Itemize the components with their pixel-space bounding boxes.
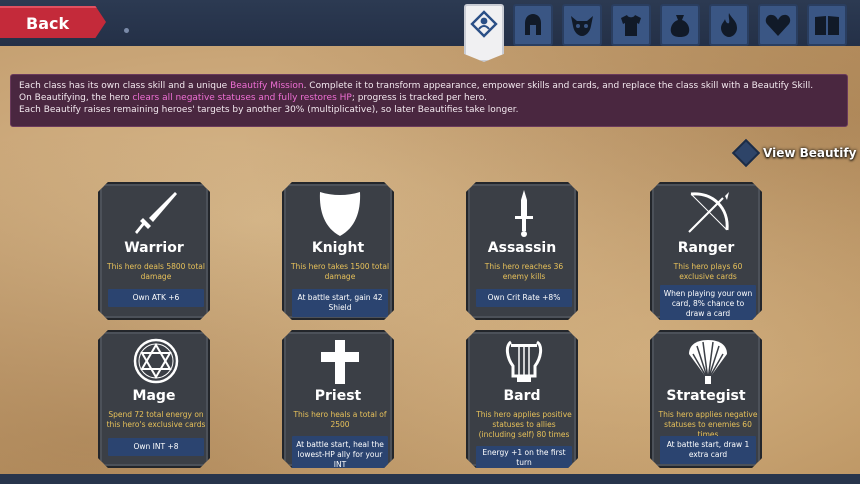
class-name: Knight [311, 240, 365, 256]
class-card-mage[interactable]: Mage Spend 72 total energy on this hero'… [98, 330, 210, 468]
class-name: Bard [503, 388, 541, 404]
tab-monsters[interactable] [562, 4, 602, 46]
tab-items[interactable] [660, 4, 700, 46]
armor-icon [621, 15, 641, 36]
beautify-bonus: Own Crit Rate +8% [476, 289, 572, 307]
beautify-mission: This hero applies positive statuses to a… [476, 410, 572, 439]
class-name: Priest [314, 388, 362, 404]
beautify-bonus: At battle start, draw 1 extra card [660, 436, 756, 464]
cross-icon [315, 336, 365, 386]
banner-text: On Beautifying, the hero [19, 93, 133, 103]
feather-fan-icon [683, 336, 733, 386]
beautify-bonus: At battle start, gain 42 Shield [292, 289, 388, 317]
beautify-mission: This hero reaches 36 enemy kills [484, 262, 564, 281]
banner-text: . Complete it to transform appearance, e… [303, 81, 814, 91]
book-icon [815, 16, 839, 35]
class-card-knight[interactable]: Knight This hero takes 1500 total damage… [282, 182, 394, 320]
flame-icon [721, 13, 737, 37]
banner-line-1: Each class has its own class skill and a… [19, 80, 839, 92]
banner-text: Each class has its own class skill and a… [19, 81, 231, 91]
beautify-mission: This hero takes 1500 total damage [290, 262, 390, 281]
shield-icon [315, 188, 365, 238]
class-card-strategist[interactable]: Strategist This hero applies negative st… [650, 330, 762, 468]
info-banner: Each class has its own class skill and a… [10, 74, 848, 127]
tab-equipment[interactable] [611, 4, 651, 46]
bottom-edge [0, 474, 860, 484]
beautify-bonus: Own INT +8 [108, 438, 204, 456]
decor-dot [124, 28, 129, 33]
class-name: Ranger [677, 240, 735, 256]
hexagram-icon [131, 336, 181, 386]
beautify-bonus: Own ATK +6 [108, 289, 204, 307]
diamond-icon [731, 138, 761, 168]
tab-skills[interactable] [709, 4, 749, 46]
class-name: Warrior [124, 240, 184, 256]
class-card-ranger[interactable]: Ranger This hero plays 60 exclusive card… [650, 182, 762, 320]
beautify-bonus: Energy +1 on the first turn [476, 446, 572, 470]
class-name: Mage [132, 388, 176, 404]
view-beautify-button[interactable]: View Beautify [731, 138, 857, 168]
loot-bag-icon [670, 15, 690, 37]
helmet-icon [525, 14, 541, 35]
lyre-icon [499, 336, 549, 386]
beautify-mission: This hero heals a total of 2500 [293, 410, 387, 429]
tab-favorites[interactable] [758, 4, 798, 46]
tab-heroes[interactable] [513, 4, 553, 46]
class-card-assassin[interactable]: Assassin This hero reaches 36 enemy kill… [466, 182, 578, 320]
tab-beautify[interactable] [464, 4, 504, 62]
beautify-emblem-icon [470, 10, 498, 38]
beautify-mission: This hero plays 60 exclusive cards [673, 262, 743, 281]
heart-icon [765, 14, 791, 36]
sword-icon [131, 188, 181, 238]
tab-bar [464, 4, 847, 62]
class-card-priest[interactable]: Priest This hero heals a total of 2500 A… [282, 330, 394, 468]
banner-text: ; progress is tracked per hero. [351, 93, 487, 103]
beautify-bonus: When playing your own card, 8% chance to… [660, 285, 756, 323]
back-button[interactable]: Back [0, 6, 106, 38]
banner-line-3: Each Beautify raises remaining heroes' t… [19, 105, 519, 115]
view-beautify-label: View Beautify [763, 146, 857, 160]
class-card-bard[interactable]: Bard This hero applies positive statuses… [466, 330, 578, 468]
dagger-icon [499, 188, 549, 238]
tab-codex[interactable] [807, 4, 847, 46]
banner-highlight: clears all negative statuses and fully r… [132, 93, 352, 103]
banner-line-2: On Beautifying, the hero clears all nega… [19, 92, 839, 104]
monster-face-icon [571, 16, 593, 36]
class-name: Strategist [666, 388, 746, 404]
banner-highlight: Beautify Mission [230, 81, 304, 91]
class-name: Assassin [487, 240, 557, 256]
beautify-mission: Spend 72 total energy on this hero's exc… [106, 410, 206, 429]
class-card-warrior[interactable]: Warrior This hero deals 5800 total damag… [98, 182, 210, 320]
beautify-mission: This hero deals 5800 total damage [107, 262, 205, 281]
bow-icon [683, 188, 733, 238]
